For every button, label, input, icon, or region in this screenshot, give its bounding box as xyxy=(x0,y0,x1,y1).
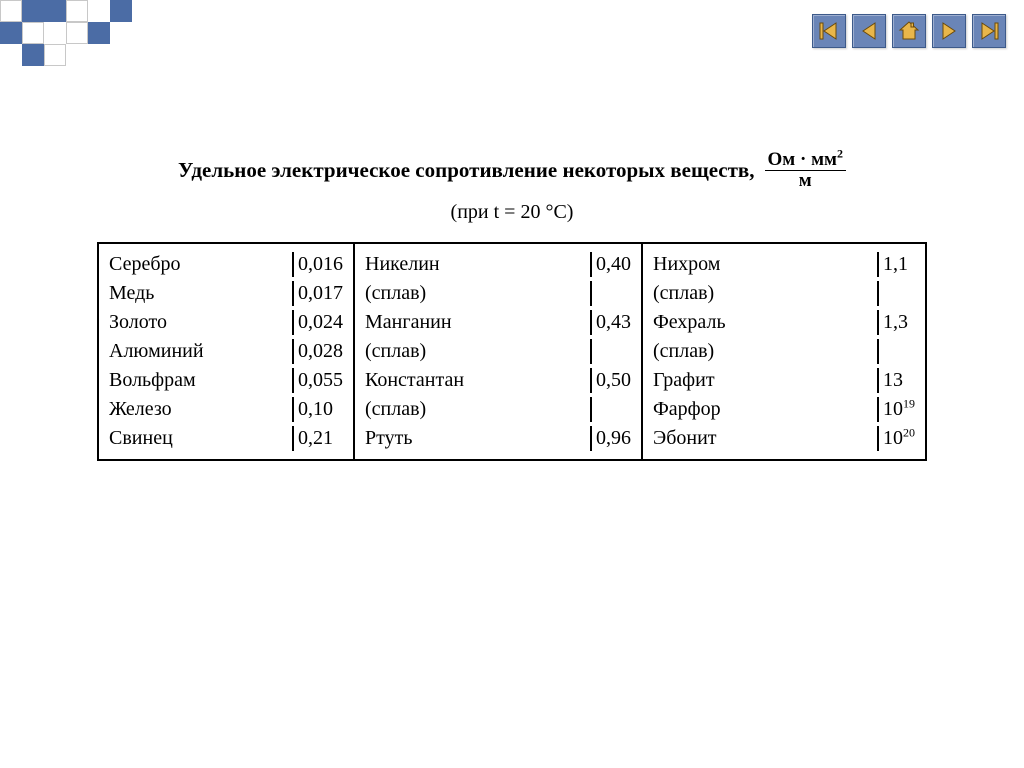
value-cell: 0,43 xyxy=(590,310,631,335)
unit-fraction: Ом · мм2 м xyxy=(765,150,846,191)
material-note: (сплав) xyxy=(653,339,863,364)
chevron-left-icon xyxy=(858,20,880,42)
material-cell: Серебро xyxy=(109,252,278,277)
value-cell: 0,017 xyxy=(292,281,343,306)
value-cell: 13 xyxy=(877,368,915,393)
material-cell: Фехраль xyxy=(653,310,863,335)
value-cell: 1020 xyxy=(877,426,915,451)
material-cell: Золото xyxy=(109,310,278,335)
material-cell: Вольфрам xyxy=(109,368,278,393)
chevron-right-icon xyxy=(938,20,960,42)
corner-decoration xyxy=(0,0,180,70)
table-column-2: Никелин 0,40 (сплав) Манганин 0,43 (сплав) К… xyxy=(353,244,641,459)
value-cell: 0,50 xyxy=(590,368,631,393)
material-cell: Железо xyxy=(109,397,278,422)
material-cell: Никелин xyxy=(365,252,576,277)
material-cell: Ртуть xyxy=(365,426,576,451)
material-cell: Графит xyxy=(653,368,863,393)
nav-home-button[interactable] xyxy=(892,14,926,48)
slide-subtitle: (при t = 20 °C) xyxy=(60,201,964,224)
home-icon xyxy=(898,20,920,42)
nav-last-button[interactable] xyxy=(972,14,1006,48)
material-cell: Константан xyxy=(365,368,576,393)
value-blank xyxy=(877,339,915,364)
nav-prev-button[interactable] xyxy=(852,14,886,48)
material-note: (сплав) xyxy=(365,397,576,422)
value-cell: 0,016 xyxy=(292,252,343,277)
material-note: (сплав) xyxy=(365,339,576,364)
material-cell: Свинец xyxy=(109,426,278,451)
unit-num: Ом · мм xyxy=(768,149,837,170)
material-cell: Нихром xyxy=(653,252,863,277)
title-text: Удельное электрическое сопротивление нек… xyxy=(178,158,754,183)
value-blank xyxy=(590,281,631,306)
material-note: (сплав) xyxy=(365,281,576,306)
material-cell: Манганин xyxy=(365,310,576,335)
slide-nav xyxy=(812,14,1006,48)
last-icon xyxy=(978,20,1000,42)
material-note: (сплав) xyxy=(653,281,863,306)
value-cell: 0,10 xyxy=(292,397,343,422)
value-cell: 0,21 xyxy=(292,426,343,451)
material-cell: Фарфор xyxy=(653,397,863,422)
value-cell: 0,96 xyxy=(590,426,631,451)
slide-title: Удельное электрическое сопротивление нек… xyxy=(60,150,964,191)
material-cell: Медь xyxy=(109,281,278,306)
value-blank xyxy=(590,339,631,364)
material-cell: Алюминий xyxy=(109,339,278,364)
resistivity-table: Серебро 0,016 Медь 0,017 Золото 0,024 Алюминий… xyxy=(97,242,927,461)
table-column-1: Серебро 0,016 Медь 0,017 Золото 0,024 Алюминий… xyxy=(97,244,353,459)
value-cell: 1,1 xyxy=(877,252,915,277)
slide-content: Удельное электрическое сопротивление нек… xyxy=(60,150,964,461)
value-cell: 0,055 xyxy=(292,368,343,393)
first-icon xyxy=(818,20,840,42)
value-cell: 0,028 xyxy=(292,339,343,364)
nav-first-button[interactable] xyxy=(812,14,846,48)
value-cell: 0,024 xyxy=(292,310,343,335)
unit-num-sup: 2 xyxy=(837,147,843,161)
nav-next-button[interactable] xyxy=(932,14,966,48)
table-column-3: Нихром 1,1 (сплав) Фехраль 1,3 (сплав) Графи… xyxy=(641,244,927,459)
value-blank xyxy=(590,397,631,422)
value-cell: 1,3 xyxy=(877,310,915,335)
value-cell: 0,40 xyxy=(590,252,631,277)
value-blank xyxy=(877,281,915,306)
unit-den: м xyxy=(796,171,815,191)
material-cell: Эбонит xyxy=(653,426,863,451)
value-cell: 1019 xyxy=(877,397,915,422)
